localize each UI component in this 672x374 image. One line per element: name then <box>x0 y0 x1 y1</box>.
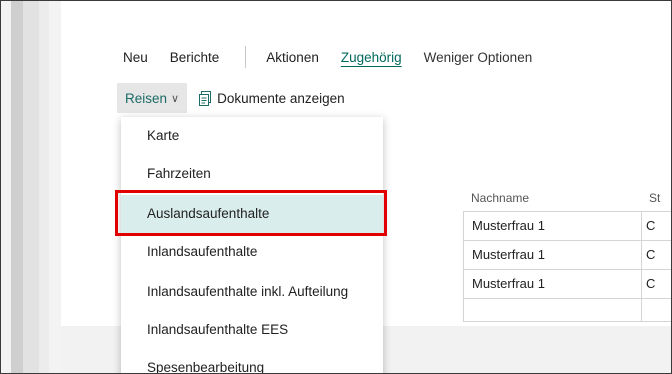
cell-st: C <box>641 212 671 240</box>
reisen-dropdown-menu: Karte Fahrzeiten Auslandsaufenthalte Inl… <box>121 117 383 373</box>
reisen-menu-button[interactable]: Reisen ∨ <box>117 83 188 113</box>
cell-nachname: Musterfrau 1 <box>463 212 641 240</box>
table-row[interactable]: Musterfrau 1 C <box>463 211 671 240</box>
action-zugehoerig[interactable]: Zugehörig <box>341 50 402 65</box>
cell-nachname: Musterfrau 1 <box>463 270 641 298</box>
list-table: Nachname St Musterfrau 1 C Musterfrau 1 … <box>463 185 671 322</box>
table-row[interactable] <box>463 298 671 322</box>
menu-item-karte[interactable]: Karte <box>121 117 383 155</box>
chevron-down-icon: ∨ <box>171 92 180 105</box>
red-highlight-box <box>115 190 387 236</box>
action-berichte[interactable]: Berichte <box>170 50 220 65</box>
left-sidebar-strip <box>1 1 61 373</box>
action-separator <box>245 46 247 68</box>
action-weniger-optionen[interactable]: Weniger Optionen <box>424 50 533 65</box>
table-row[interactable]: Musterfrau 1 C <box>463 269 671 298</box>
cell-st: C <box>641 241 671 269</box>
action-neu[interactable]: Neu <box>123 50 148 65</box>
cell-nachname: Musterfrau 1 <box>463 241 641 269</box>
column-header-st[interactable]: St <box>649 185 660 211</box>
menu-item-inlandsaufenthalte[interactable]: Inlandsaufenthalte <box>121 233 383 271</box>
menu-item-fahrzeiten[interactable]: Fahrzeiten <box>121 155 383 193</box>
table-row[interactable]: Musterfrau 1 C <box>463 240 671 269</box>
action-aktionen[interactable]: Aktionen <box>266 50 319 65</box>
dokumente-anzeigen-button[interactable]: Dokumente anzeigen <box>199 90 345 106</box>
menu-item-inlandsaufenthalte-aufteilung[interactable]: Inlandsaufenthalte inkl. Aufteilung <box>121 273 383 311</box>
dokumente-anzeigen-label: Dokumente anzeigen <box>217 90 345 106</box>
cell-st <box>641 299 671 321</box>
menu-item-spesenbearbeitung[interactable]: Spesenbearbeitung <box>121 349 383 373</box>
app-window: Neu Berichte Aktionen Zugehörig Weniger … <box>0 0 672 374</box>
sub-action-bar: Reisen ∨ Dokumente anzeigen <box>117 83 345 113</box>
cell-st: C <box>641 270 671 298</box>
column-header-nachname[interactable]: Nachname <box>463 185 671 211</box>
document-icon <box>199 90 212 106</box>
cell-nachname <box>463 299 641 321</box>
menu-item-inlandsaufenthalte-ees[interactable]: Inlandsaufenthalte EES <box>121 311 383 349</box>
reisen-label: Reisen <box>125 90 168 106</box>
action-bar: Neu Berichte Aktionen Zugehörig Weniger … <box>123 45 554 69</box>
